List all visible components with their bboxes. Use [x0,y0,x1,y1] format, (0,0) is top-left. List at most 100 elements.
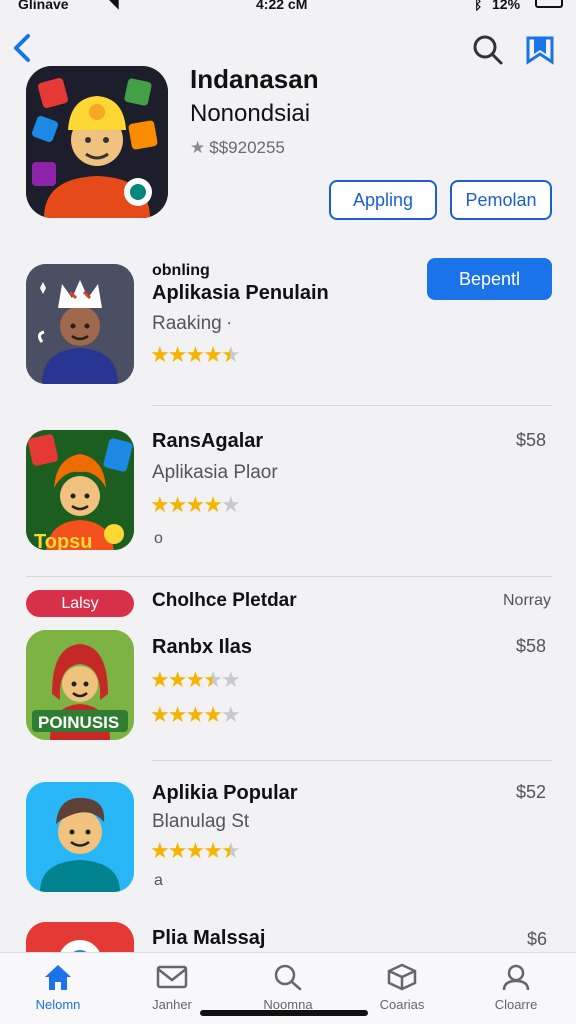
rating-star-icon: ★ [203,838,223,863]
boy-avatar-icon [26,782,134,892]
search-button[interactable] [472,34,504,66]
section-title: Cholhce Pletdar [152,590,297,611]
wifi-icon: ◥ [108,0,119,11]
rating-star-icon: ★ [220,702,241,727]
rating-star-icon: ★ [167,492,188,517]
featured-tag: obnling [152,262,210,279]
svg-text:POINUSIS: POINUSIS [38,713,119,732]
app-rating-2b: ★★★★★ [150,702,241,728]
battery-icon [535,0,563,8]
tab-mail-label: Janher [152,997,192,1012]
person-icon [502,964,530,991]
hero-app-title: Indanasan [190,64,319,94]
featured-subtitle-text: Raaking [152,313,222,334]
app-title-1: RansAgalar [152,430,264,452]
rating-star-icon: ★ [167,702,188,727]
tab-profile[interactable]: Cloarre [466,961,566,1017]
bluetooth-icon: ᛒ [474,0,483,12]
rating-star-icon: ★ [203,702,223,727]
tab-search[interactable]: Noomna [238,961,338,1017]
divider [152,405,552,406]
clock: 4:22 cM [256,0,308,12]
rating-star-icon: ★ [167,667,188,692]
crown-avatar-icon [26,264,134,384]
rating-star-icon: ★ [150,702,170,727]
app-price-2[interactable]: $58 [516,636,546,657]
hero-app-subtitle: Nonondsiai [190,100,311,127]
hero-price-value: $$920255 [209,138,285,157]
tab-home[interactable]: Nelomn [8,961,108,1017]
box-icon [387,963,417,991]
section-divider [26,576,552,577]
search-icon [274,964,302,991]
rating-star-icon: ★ [203,667,223,692]
app-extra-1: o [154,530,163,547]
divider [152,760,552,761]
app-title-2: Ranbx Ilas [152,636,253,658]
featured-app-icon[interactable] [26,264,134,384]
search-icon [473,35,503,65]
hero-app-icon[interactable] [26,66,168,218]
app-price-1[interactable]: $58 [516,430,546,451]
rating-star-icon: ★ [203,492,223,517]
app-icon-2[interactable]: POINUSIS [26,630,134,740]
rating-star-icon: ★ [220,342,241,367]
hero-price: ★ $$920255 [190,138,285,158]
status-bar: Glinave ◥ 4:22 cM ᛒ 12% [0,0,576,14]
home-indicator [200,1010,368,1016]
svg-text:Topsu: Topsu [34,531,93,550]
rating-star-icon: ★ [167,342,188,367]
app-rating-1: ★★★★★ [150,492,241,518]
section-see-all-link[interactable]: Norray [503,592,551,610]
red-hood-avatar-icon: POINUSIS [26,630,134,740]
pemolan-button[interactable]: Pemolan [450,180,552,220]
rating-star-icon: ★ [185,492,205,517]
app-icon-3[interactable] [26,782,134,892]
app-title-4: Plia Malssaj [152,927,266,949]
featured-rating: ★★★★★ [150,342,241,368]
battery-percent: 12% [492,0,521,12]
bookmark-icon [526,36,554,65]
rating-star-icon: ★ [185,702,205,727]
star-icon: ★ [190,138,206,157]
bookmark-button[interactable] [524,34,556,66]
app-rating-3: ★★★★★ [150,838,241,864]
tab-profile-label: Cloarre [494,997,538,1012]
app-subtitle-3: Blanulag St [152,811,250,832]
section-badge: Lalsy [26,590,134,617]
app-price-3[interactable]: $52 [516,782,546,803]
rating-star-icon: ★ [150,492,170,517]
avatar-illustration-icon [26,66,168,218]
rating-star-icon: ★ [220,492,241,517]
rating-star-icon: ★ [185,342,205,367]
tab-home-label: Nelomn [35,997,81,1012]
tab-box[interactable]: Coarias [352,961,452,1017]
back-button[interactable] [10,30,40,66]
app-extra-3: a [154,872,163,889]
featured-title: Aplikasia Penulain [152,282,329,304]
app-icon-1[interactable]: Topsu [26,430,134,550]
app-subtitle-1: Aplikasia Plaor [152,462,278,483]
app-price-4[interactable]: $6 [527,929,547,950]
featured-subtitle-mark: ⸱ [227,316,232,333]
app-rating-2a: ★★★★★ [150,667,241,693]
tab-mail[interactable]: Janher [122,961,222,1017]
rating-star-icon: ★ [220,838,241,863]
chevron-left-icon [14,34,30,62]
appling-button[interactable]: Appling [329,180,437,220]
featured-subtitle: Raaking ⸱ [152,312,231,335]
home-icon [45,965,71,990]
orange-hair-avatar-icon: Topsu [26,430,134,550]
rating-star-icon: ★ [185,838,205,863]
carrier-label: Glinave [18,0,69,12]
tab-box-label: Coarias [379,997,425,1012]
featured-get-button[interactable]: Bepentl [427,258,552,300]
rating-star-icon: ★ [150,838,170,863]
mail-icon [156,965,188,989]
app-title-3: Aplikia Popular [152,782,298,804]
rating-star-icon: ★ [167,838,188,863]
rating-star-icon: ★ [203,342,223,367]
rating-star-icon: ★ [150,667,170,692]
rating-star-icon: ★ [150,342,170,367]
rating-star-icon: ★ [185,667,205,692]
